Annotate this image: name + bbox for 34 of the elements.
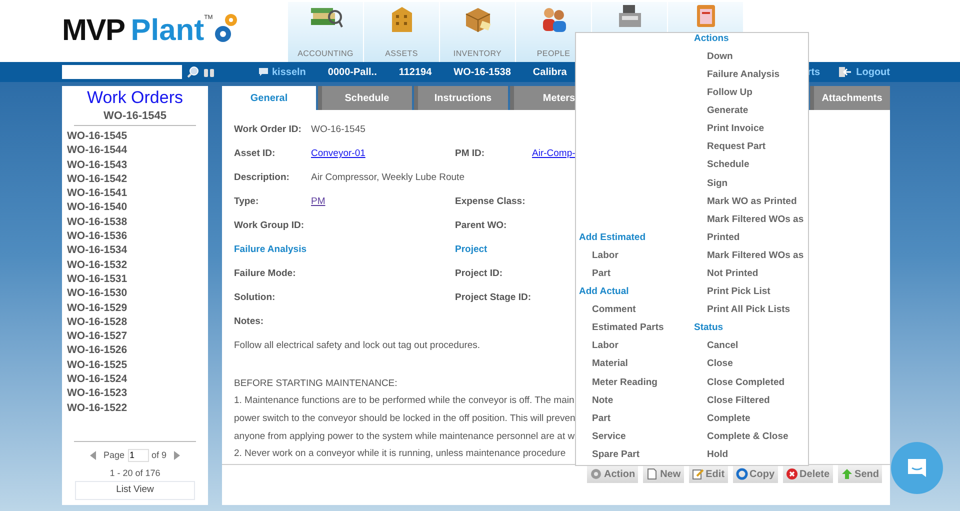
field-label: Work Order ID: (234, 122, 302, 137)
page-count: of 9 (152, 448, 167, 462)
field-label: Asset ID: (234, 146, 276, 161)
field-label: Parent WO: (455, 218, 508, 233)
field-label: Failure Mode: (234, 266, 297, 281)
field-value: Air Compressor, Weekly Lube Route (311, 170, 464, 185)
field-label: PM ID: (455, 146, 486, 161)
field-label: Type: (234, 194, 260, 209)
field-label: Expense Class: (455, 194, 526, 209)
notes-text: 1. Maintenance functions are to be performed while the conveyor is off. The main (234, 394, 574, 408)
menu-heading: Add Estimated (579, 230, 646, 245)
field-label: Work Group ID: (234, 218, 306, 233)
field-label: Notes: (234, 314, 264, 329)
logo-product: Plant (130, 16, 204, 46)
logo-brand: MVP (62, 16, 125, 46)
sidebar-subtitle: WO-16-1545 (104, 109, 166, 123)
menu-heading: Status (694, 321, 724, 336)
record-range: 1 - 20 of 176 (110, 468, 160, 479)
page-label: Page (103, 448, 124, 462)
notes-text: 2. Never work on a conveyor while it is running, unless maintenance procedure (234, 447, 566, 462)
field-value: WO-16-1545 (311, 122, 366, 137)
notes-heading: BEFORE STARTING MAINTENANCE: (234, 376, 398, 391)
notes-text: power switch to the conveyor should be locked in the off position. This will preven (234, 412, 576, 426)
section-heading: Project (455, 242, 488, 257)
field-label: Project Stage ID: (455, 290, 532, 305)
section-heading: Failure Analysis (234, 242, 307, 257)
menu-heading: Actions (694, 32, 729, 46)
sidebar-title: Work Orders (86, 87, 184, 109)
field-label: Project ID: (455, 266, 504, 281)
notes-text: Follow all electrical safety and lock out tag out procedures. (234, 338, 480, 353)
notes-text: anyone from applying power to the system while maintenance personnel are at w (234, 430, 575, 444)
menu-heading: Add Actual (579, 285, 629, 300)
field-label: Description: (234, 170, 290, 185)
field-label: Solution: (234, 290, 276, 305)
